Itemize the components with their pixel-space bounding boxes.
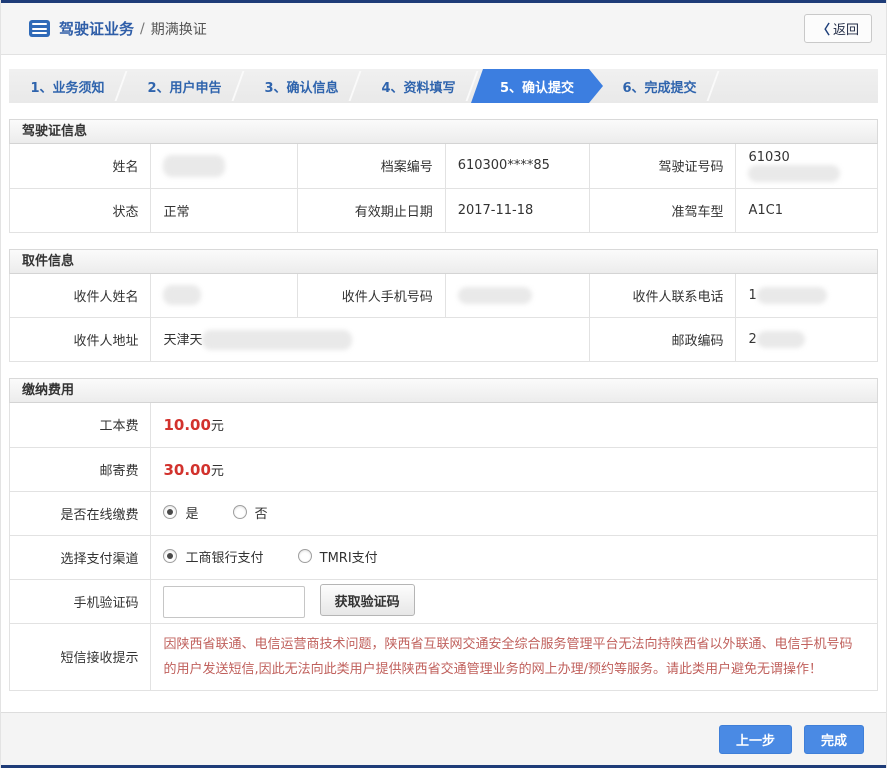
vehicle-type-value: A1C1 [735,188,878,233]
table-row: 收件人地址 天津天 邮政编码 2 [8,317,878,362]
recipient-mobile-value [444,273,590,318]
status-label: 状态 [8,188,152,233]
recipient-mobile-label: 收件人手机号码 [297,273,446,318]
tab-separator [698,71,720,101]
table-row: 选择支付渠道 工商银行支付 TMRI支付 [8,535,878,580]
table-row: 状态 正常 有效期止日期 2017-11-18 准驾车型 A1C1 [8,188,878,233]
recipient-name-label: 收件人姓名 [8,273,152,318]
vehicle-type-label: 准驾车型 [588,188,737,233]
back-button-label: 返回 [832,22,859,37]
table-row: 短信接收提示 因陕西省联通、电信运营商技术问题，陕西省互联网交通安全综合服务管理… [8,623,878,692]
license-info-table: 姓名 档案编号 610300****85 驾驶证号码 61030 状态 正常 有… [8,144,878,233]
pickup-info-table: 收件人姓名 收件人手机号码 收件人联系电话 1 收件人地址 天津天 邮政编码 2 [8,273,878,362]
table-row: 手机验证码 获取验证码 [8,579,878,624]
get-code-button[interactable]: 获取验证码 [319,584,415,616]
table-row: 姓名 档案编号 610300****85 驾驶证号码 61030 [8,144,878,189]
radio-selected-icon [163,505,178,520]
cost-fee-value: 10.00元 [150,403,878,448]
pay-channel-options: 工商银行支付 TMRI支付 [150,535,878,580]
recipient-phone-value: 1 [735,273,878,318]
sms-tip-cell: 因陕西省联通、电信运营商技术问题，陕西省互联网交通安全综合服务管理平台无法向持陕… [150,623,878,692]
sms-tip-label: 短信接收提示 [8,623,152,692]
postage-fee-value: 30.00元 [150,447,878,492]
file-no-label: 档案编号 [297,144,446,189]
online-pay-label: 是否在线缴费 [8,491,152,536]
tab-step-5-confirm-submit-active[interactable]: 5、确认提交 [471,69,603,103]
radio-selected-icon [163,549,178,564]
tab-separator [223,71,245,101]
postal-code-value: 2 [735,317,878,362]
redacted-name [163,154,226,177]
sms-tip-text: 因陕西省联通、电信运营商技术问题，陕西省互联网交通安全综合服务管理平台无法向持陕… [163,636,853,677]
license-no-label: 驾驶证号码 [588,144,737,189]
table-row: 邮寄费 30.00元 [8,447,878,492]
sms-code-cell: 获取验证码 [150,579,878,624]
table-row: 工本费 10.00元 [8,403,878,448]
radio-channel-icbc[interactable]: 工商银行支付 [163,547,263,566]
recipient-name-value [150,273,299,318]
recipient-phone-label: 收件人联系电话 [588,273,737,318]
radio-online-pay-no[interactable]: 否 [232,503,268,522]
redacted-recipient-phone [756,286,827,304]
recipient-address-label: 收件人地址 [8,317,152,362]
tab-step-1-notice[interactable]: 1、业务须知 [9,69,128,103]
radio-channel-tmri[interactable]: TMRI支付 [297,547,378,566]
tabbar-filler [718,69,878,103]
breadcrumb-current-page: 期满换证 [150,21,207,38]
postal-code-label: 邮政编码 [588,317,737,362]
back-button[interactable]: 〈 返回 [803,14,872,43]
postage-fee-label: 邮寄费 [8,447,152,492]
pickup-info-section: 取件信息 收件人姓名 收件人手机号码 收件人联系电话 1 收件人地址 天津天 邮… [8,248,878,362]
redacted-postal-code [756,331,805,348]
status-value: 正常 [150,188,299,233]
redacted-recipient-mobile [457,286,532,304]
name-value [150,144,299,189]
tab-step-6-finish-submit[interactable]: 6、完成提交 [601,69,720,103]
pickup-info-title: 取件信息 [9,248,878,274]
step-tabbar: 1、业务须知 2、用户申告 3、确认信息 4、资料填写 5、确认提交 6、完成提… [9,69,878,103]
payment-table: 工本费 10.00元 邮寄费 30.00元 是否在线缴费 是 否 选择支付渠道 … [8,403,878,692]
payment-section: 缴纳费用 工本费 10.00元 邮寄费 30.00元 是否在线缴费 是 否 选择… [8,378,878,692]
redacted-license-no [748,164,841,182]
expiry-label: 有效期止日期 [297,188,446,233]
recipient-address-value: 天津天 [150,317,590,362]
redacted-recipient-name [163,285,202,306]
cost-fee-label: 工本费 [8,403,152,448]
file-no-value: 610300****85 [444,144,590,189]
radio-unselected-icon [297,549,312,564]
redacted-recipient-address [202,330,353,351]
tab-separator [106,71,128,101]
license-info-title: 驾驶证信息 [9,119,878,144]
breadcrumb-business-type: 驾驶证业务 [59,20,135,38]
footer-actions: 上一步 完成 [1,712,886,765]
name-label: 姓名 [8,144,152,189]
pay-channel-label: 选择支付渠道 [8,535,152,580]
license-info-section: 驾驶证信息 姓名 档案编号 610300****85 驾驶证号码 61030 状… [8,119,878,233]
table-row: 是否在线缴费 是 否 [8,491,878,536]
radio-online-pay-yes[interactable]: 是 [163,503,198,522]
page-header: 驾驶证业务 / 期满换证 〈 返回 [1,3,886,55]
chevron-left-icon: 〈 [816,22,830,37]
sms-code-label: 手机验证码 [8,579,152,624]
tab-step-3-confirm-info[interactable]: 3、确认信息 [243,69,362,103]
tab-step-2-declaration[interactable]: 2、用户申告 [126,69,245,103]
breadcrumb-separator: / [140,20,145,37]
sms-code-input[interactable] [163,586,306,618]
license-no-value: 61030 [735,144,878,189]
table-row: 收件人姓名 收件人手机号码 收件人联系电话 1 [8,273,878,318]
payment-title: 缴纳费用 [9,378,878,403]
document-list-icon [29,20,50,37]
radio-unselected-icon [232,505,247,520]
finish-button[interactable]: 完成 [803,724,864,754]
expiry-value: 2017-11-18 [444,188,590,233]
tab-separator [340,71,362,101]
tab-step-4-fill-data[interactable]: 4、资料填写 [360,69,479,103]
online-pay-options: 是 否 [150,491,878,536]
previous-step-button[interactable]: 上一步 [718,724,792,754]
